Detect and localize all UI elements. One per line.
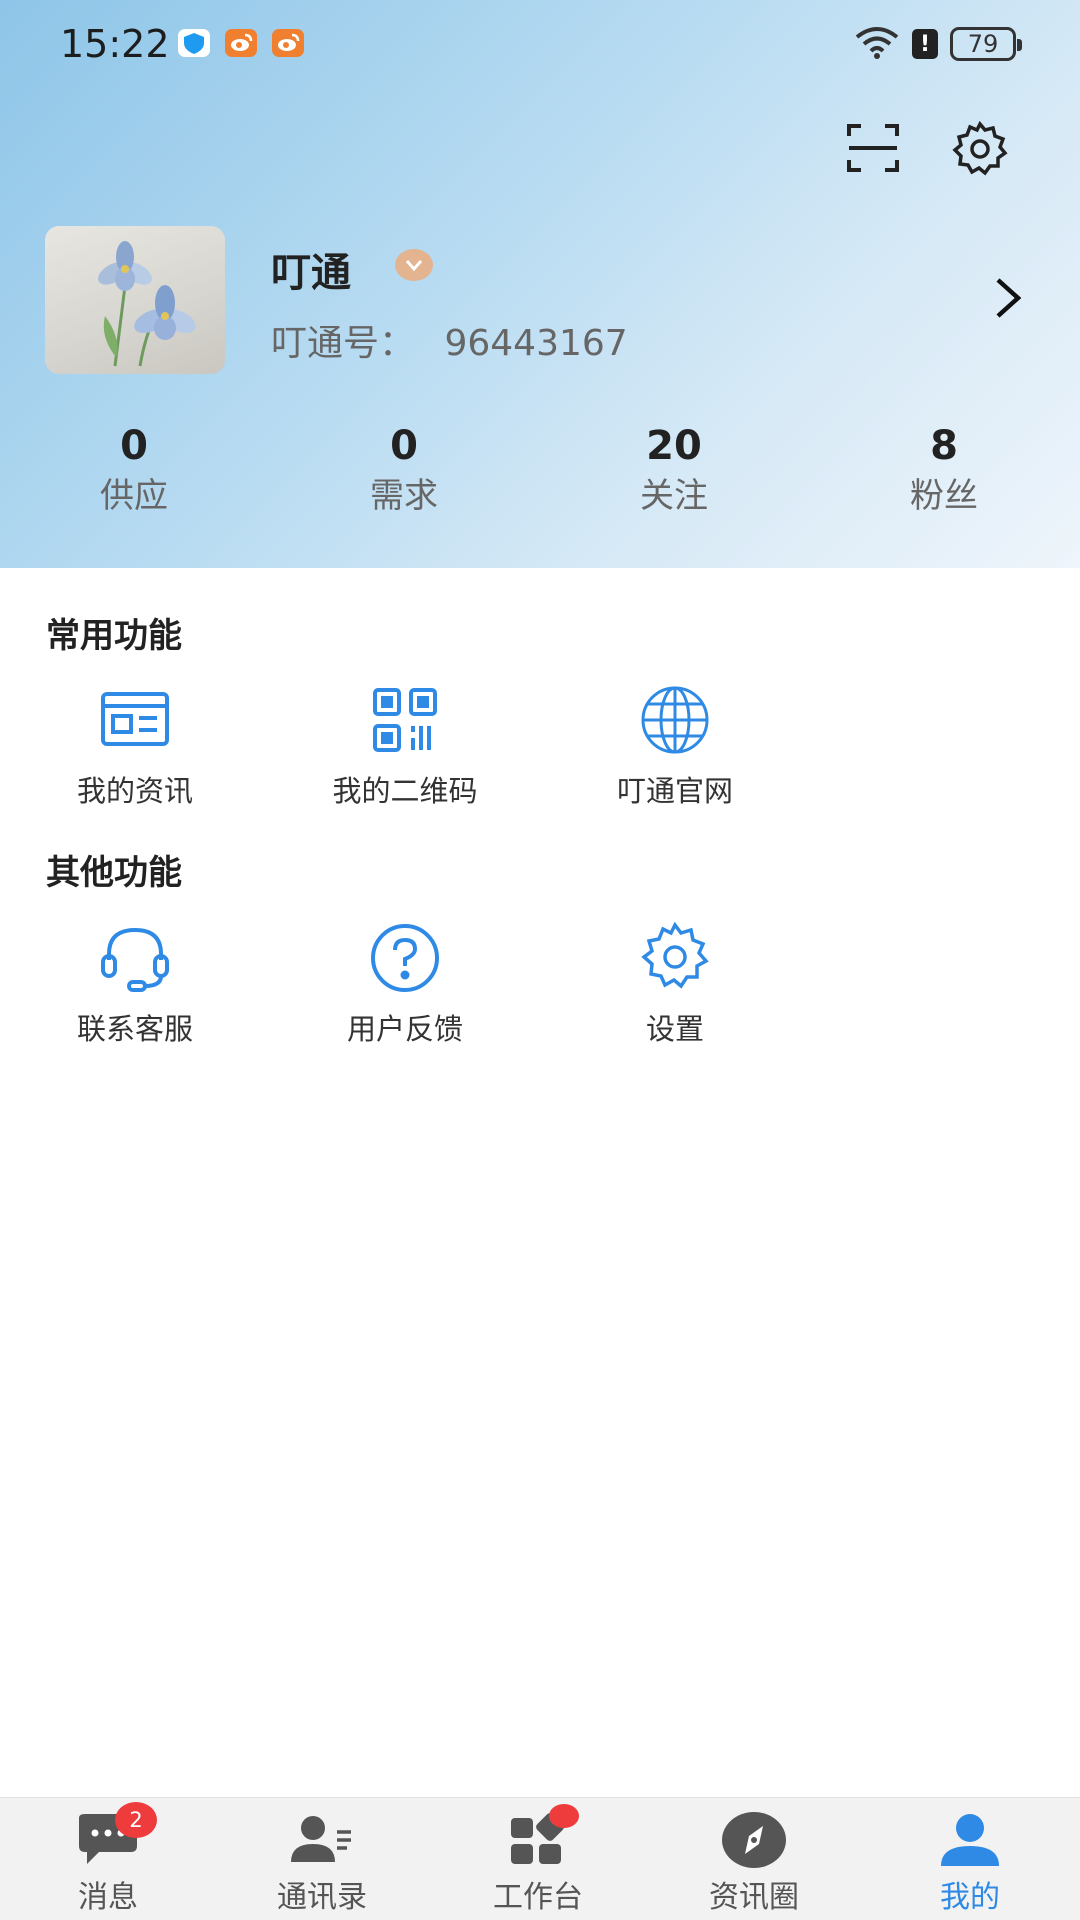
profile-id-label: 叮通号：: [271, 323, 416, 364]
settings-item-button[interactable]: 设置: [565, 920, 785, 1048]
nav-item-mine[interactable]: 我的: [870, 1810, 1070, 1916]
settings-button[interactable]: [952, 120, 1008, 176]
unread-badge: 2: [115, 1802, 157, 1838]
battery-level: 79: [967, 30, 999, 58]
compass-icon: [719, 1810, 789, 1870]
vip-badge: [395, 249, 433, 281]
shield-app-icon: [178, 29, 210, 57]
profile-id-value: 96443167: [444, 323, 628, 364]
stat-value: 8: [930, 423, 958, 469]
stat-value: 0: [390, 423, 418, 469]
stat-supply[interactable]: 0 供应: [34, 420, 234, 520]
nav-item-messages[interactable]: 2 消息: [8, 1802, 208, 1916]
stat-label: 粉丝: [910, 476, 978, 516]
wifi-icon: [854, 25, 900, 63]
func-label: 用户反馈: [346, 1012, 463, 1046]
chevron-right-icon[interactable]: [990, 274, 1026, 322]
nav-item-news-circle[interactable]: 资讯圈: [654, 1810, 854, 1916]
stat-value: 20: [646, 423, 702, 469]
headset-icon: [97, 920, 173, 996]
my-news-button[interactable]: 我的资讯: [25, 682, 245, 810]
func-label: 我的资讯: [76, 774, 193, 808]
weibo-icon: [225, 29, 257, 57]
globe-icon: [637, 682, 713, 758]
stat-value: 0: [120, 423, 148, 469]
bottom-nav: 2 消息 通讯录 工作台 资讯圈 我的: [0, 1797, 1080, 1920]
qr-code-icon: [367, 682, 443, 758]
my-qr-code-button[interactable]: 我的二维码: [295, 682, 515, 810]
nav-label: 通讯录: [277, 1880, 367, 1915]
section-title-other: 其他功能: [46, 853, 182, 893]
user-icon: [935, 1810, 1005, 1870]
scan-button[interactable]: [845, 120, 901, 176]
section-title-common: 常用功能: [46, 616, 182, 656]
nav-item-contacts[interactable]: 通讯录: [222, 1810, 422, 1916]
official-site-button[interactable]: 叮通官网: [565, 682, 785, 810]
customer-service-button[interactable]: 联系客服: [25, 920, 245, 1048]
stat-label: 关注: [640, 476, 708, 516]
news-icon: [97, 682, 173, 758]
contacts-icon: [287, 1810, 357, 1870]
weibo-icon: [272, 29, 304, 57]
status-bar: 15:22 ! 79: [0, 0, 1080, 88]
workbench-icon: [503, 1804, 579, 1870]
notification-dot: [549, 1804, 579, 1828]
profile-id: 叮通号： 96443167: [271, 314, 628, 366]
nav-label: 资讯圈: [709, 1880, 799, 1915]
avatar[interactable]: [45, 226, 225, 374]
question-icon: [367, 920, 443, 996]
stat-fans[interactable]: 8 粉丝: [844, 420, 1044, 520]
battery-icon: 79: [950, 27, 1022, 61]
gear-icon: [952, 120, 1008, 180]
stat-following[interactable]: 20 关注: [574, 420, 774, 520]
nav-label: 我的: [940, 1880, 1000, 1915]
gear-icon: [637, 920, 713, 996]
stat-label: 需求: [370, 476, 438, 516]
nav-item-workbench[interactable]: 工作台: [438, 1804, 638, 1916]
nav-label: 消息: [78, 1880, 138, 1915]
stat-demand[interactable]: 0 需求: [304, 420, 504, 520]
func-label: 叮通官网: [616, 774, 733, 808]
alert-icon: !: [912, 29, 938, 59]
status-time: 15:22: [60, 22, 170, 66]
feedback-button[interactable]: 用户反馈: [295, 920, 515, 1048]
profile-name: 叮通: [271, 250, 351, 296]
func-label: 设置: [645, 1012, 704, 1046]
nav-label: 工作台: [493, 1880, 583, 1915]
stat-label: 供应: [100, 476, 168, 516]
func-label: 我的二维码: [332, 774, 478, 808]
func-label: 联系客服: [76, 1012, 193, 1046]
chat-icon: 2: [73, 1802, 157, 1870]
scan-icon: [845, 124, 901, 180]
